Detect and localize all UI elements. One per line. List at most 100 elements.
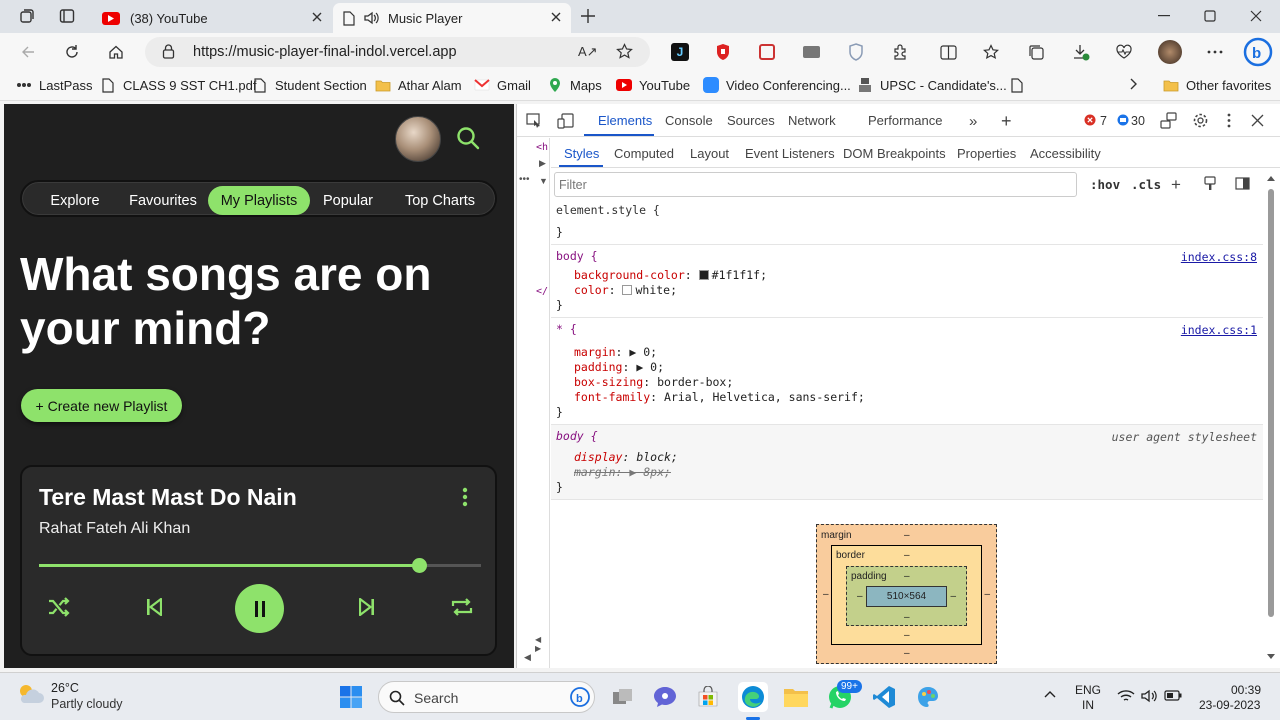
repeat-icon[interactable]: [450, 597, 474, 617]
border-bottom-value[interactable]: –: [904, 630, 910, 641]
css-rule-universal[interactable]: * { index.css:1 margin: ▶ 0; padding: ▶ …: [551, 318, 1263, 425]
home-button[interactable]: [103, 39, 129, 65]
css-property[interactable]: box-sizing: [574, 375, 643, 389]
css-property[interactable]: margin: [574, 345, 616, 359]
volume-icon[interactable]: [1141, 689, 1158, 703]
bookmark-item[interactable]: CLASS 9 SST CH1.pdf: [100, 77, 256, 93]
honey-extension-icon[interactable]: [756, 41, 778, 63]
elements-tree-collapsed[interactable]: <h ▶ ••• ▼ </ ◀ ▶ ◀: [517, 138, 550, 668]
css-value[interactable]: 0;: [643, 345, 657, 359]
box-model-margin[interactable]: margin – – – – border – – padding – – – …: [816, 524, 997, 664]
margin-top-value[interactable]: –: [904, 530, 910, 541]
margin-left-value[interactable]: –: [823, 589, 829, 600]
bing-copilot-icon[interactable]: b: [1243, 37, 1273, 67]
more-tabs-icon[interactable]: »: [969, 113, 977, 130]
css-value[interactable]: 0;: [650, 360, 664, 374]
taskbar-search-box[interactable]: Search b: [378, 681, 595, 713]
padding-bottom-value[interactable]: –: [904, 612, 910, 623]
devtools-tab-console[interactable]: Console: [665, 113, 713, 128]
chevron-right-icon[interactable]: [1130, 78, 1138, 90]
user-avatar[interactable]: [395, 116, 441, 162]
margin-right-value[interactable]: –: [984, 589, 990, 600]
subtab-properties[interactable]: Properties: [957, 146, 1016, 161]
jira-extension-icon[interactable]: J: [669, 41, 691, 63]
paint-palette-icon[interactable]: [914, 683, 942, 711]
back-button[interactable]: [15, 39, 41, 65]
css-value[interactable]: Arial, Helvetica, sans-serif;: [664, 390, 865, 404]
progress-slider[interactable]: [39, 558, 481, 573]
close-window-button[interactable]: [1233, 4, 1279, 28]
minimize-button[interactable]: [1141, 4, 1187, 28]
css-rule-body[interactable]: body { index.css:8 background-color: #1f…: [551, 245, 1263, 318]
edge-browser-icon[interactable]: [738, 682, 768, 712]
close-tab-icon[interactable]: [549, 10, 563, 24]
bookmark-item[interactable]: Maps: [547, 77, 602, 93]
microsoft-store-icon[interactable]: [694, 683, 722, 711]
teams-chat-icon[interactable]: [651, 683, 679, 711]
css-rule-element-style[interactable]: element.style { }: [551, 203, 1263, 245]
color-swatch[interactable]: [698, 270, 709, 280]
box-model-content[interactable]: 510×564: [866, 586, 947, 607]
clock-time[interactable]: 00:39: [1231, 683, 1261, 697]
subtab-accessibility[interactable]: Accessibility: [1030, 146, 1101, 161]
more-options-icon[interactable]: [1204, 41, 1226, 63]
tab-youtube[interactable]: (38) YouTube: [92, 3, 332, 33]
create-playlist-button[interactable]: + Create new Playlist: [21, 389, 182, 422]
sidebar-toggle-icon[interactable]: [1235, 177, 1250, 190]
scroll-arrows-icon[interactable]: ◀ ▶: [535, 635, 549, 653]
subtab-styles[interactable]: Styles: [564, 146, 599, 161]
screen-extension-icon[interactable]: [800, 41, 822, 63]
url-field[interactable]: https://music-player-final-indol.vercel.…: [145, 37, 650, 67]
vertical-tabs-icon[interactable]: [54, 3, 80, 29]
progress-knob[interactable]: [412, 558, 428, 573]
refresh-button[interactable]: [59, 39, 85, 65]
weather-temp[interactable]: 26°C: [51, 681, 79, 695]
favorite-star-icon[interactable]: [616, 43, 633, 60]
class-toggle[interactable]: .cls: [1131, 177, 1161, 192]
css-value[interactable]: white;: [635, 283, 677, 297]
privacy-extension-icon[interactable]: [845, 41, 867, 63]
settings-gear-icon[interactable]: [1192, 112, 1209, 129]
bookmark-item[interactable]: LastPass: [16, 77, 92, 93]
tab-music-player[interactable]: Music Player: [333, 3, 571, 33]
devtools-tab-network[interactable]: Network: [788, 113, 836, 128]
task-view-icon[interactable]: [609, 683, 637, 711]
add-tab-icon[interactable]: +: [1001, 111, 1012, 132]
pause-button[interactable]: [235, 584, 284, 633]
device-toolbar-icon[interactable]: [557, 113, 574, 129]
vscode-icon[interactable]: [870, 683, 898, 711]
border-top-value[interactable]: –: [904, 550, 910, 561]
file-explorer-icon[interactable]: [782, 683, 810, 711]
color-swatch[interactable]: [622, 285, 633, 295]
new-tab-button[interactable]: [575, 3, 601, 29]
message-count[interactable]: 30: [1131, 114, 1145, 128]
close-devtools-icon[interactable]: [1251, 114, 1264, 127]
previous-track-icon[interactable]: [146, 598, 162, 616]
next-track-icon[interactable]: [359, 598, 375, 616]
box-model-border[interactable]: border – – padding – – – – 510×564: [831, 545, 982, 645]
collapse-arrow-icon[interactable]: ◀: [524, 652, 531, 663]
battery-icon[interactable]: [1164, 690, 1182, 701]
css-property[interactable]: font-family: [574, 390, 650, 404]
bookmark-item[interactable]: Video Conferencing...: [703, 77, 851, 93]
collections-icon[interactable]: [1025, 41, 1047, 63]
css-property[interactable]: color: [574, 283, 609, 297]
bookmark-item[interactable]: Gmail: [474, 77, 531, 93]
split-screen-icon[interactable]: [937, 41, 959, 63]
subtab-dom-breakpoints[interactable]: DOM Breakpoints: [843, 146, 946, 161]
nav-tab-my-playlists[interactable]: My Playlists: [208, 186, 310, 215]
paint-brush-icon[interactable]: [1204, 176, 1216, 191]
shield-extension-icon[interactable]: [712, 41, 734, 63]
nav-tab-top-charts[interactable]: Top Charts: [392, 186, 488, 215]
performance-icon[interactable]: [1113, 41, 1135, 63]
shuffle-icon[interactable]: [47, 596, 71, 618]
search-icon[interactable]: [456, 126, 480, 150]
favorites-icon[interactable]: [981, 41, 1003, 63]
error-icon[interactable]: [1084, 114, 1096, 126]
remote-devices-icon[interactable]: [1160, 112, 1177, 129]
hover-state-toggle[interactable]: :hov: [1090, 177, 1120, 192]
box-model-padding[interactable]: padding – – – – 510×564: [846, 566, 967, 626]
css-rule-user-agent[interactable]: body { user agent stylesheet display: bl…: [551, 425, 1263, 500]
styles-scrollbar[interactable]: [1266, 175, 1276, 665]
language-indicator[interactable]: ENG: [1075, 683, 1101, 697]
